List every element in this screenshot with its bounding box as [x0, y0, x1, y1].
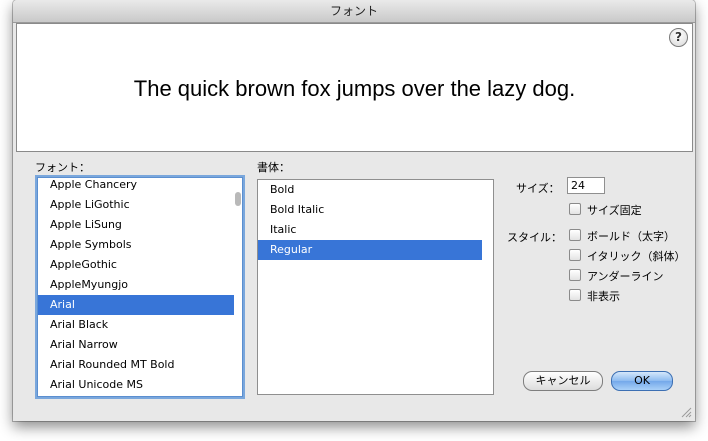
hidden-option[interactable]: 非表示: [569, 289, 620, 303]
typeface-list-item[interactable]: Bold Italic: [258, 200, 482, 220]
typeface-list-item-selected[interactable]: Regular: [258, 240, 482, 260]
typeface-list[interactable]: Bold Bold Italic Italic Regular: [257, 179, 494, 395]
font-list-item[interactable]: Arial Black: [38, 315, 234, 335]
font-dialog: フォント The quick brown fox jumps over the …: [13, 0, 695, 421]
typeface-list-item[interactable]: Bold: [258, 180, 482, 200]
size-fixed-label: サイズ固定: [587, 204, 642, 217]
underline-option[interactable]: アンダーライン: [569, 269, 664, 283]
typeface-list-item[interactable]: Italic: [258, 220, 482, 240]
font-family-list[interactable]: Apple Chancery Apple LiGothic Apple LiSu…: [37, 177, 243, 397]
window-title: フォント: [13, 0, 695, 23]
help-button[interactable]: ?: [669, 28, 688, 47]
style-label: スタイル：: [507, 231, 562, 244]
font-list-item-selected[interactable]: Arial: [38, 295, 234, 315]
italic-option[interactable]: イタリック（斜体）: [569, 249, 686, 263]
italic-checkbox[interactable]: [569, 249, 581, 261]
underline-checkbox[interactable]: [569, 269, 581, 281]
font-preview-area: The quick brown fox jumps over the lazy …: [16, 23, 693, 152]
font-list-item[interactable]: Arial Unicode MS: [38, 375, 234, 395]
resize-grip-icon[interactable]: [681, 407, 692, 418]
font-list-item[interactable]: Arial Narrow: [38, 335, 234, 355]
font-list-item[interactable]: Apple Chancery: [38, 178, 234, 195]
font-list-scrollbar[interactable]: [234, 178, 242, 396]
font-list-item[interactable]: AppleGothic: [38, 255, 234, 275]
size-fixed-checkbox[interactable]: [569, 203, 581, 215]
cancel-button[interactable]: キャンセル: [523, 371, 603, 391]
ok-button[interactable]: OK: [611, 371, 673, 391]
bold-option[interactable]: ボールド（太字）: [569, 229, 675, 243]
underline-label: アンダーライン: [587, 270, 664, 283]
scroll-thumb[interactable]: [235, 192, 241, 206]
font-list-item[interactable]: Arial Rounded MT Bold: [38, 355, 234, 375]
size-fixed-option[interactable]: サイズ固定: [569, 203, 642, 217]
typeface-items: Bold Bold Italic Italic Regular: [258, 180, 482, 260]
bold-checkbox[interactable]: [569, 229, 581, 241]
italic-label: イタリック（斜体）: [587, 250, 686, 263]
font-list-item[interactable]: Apple Symbols: [38, 235, 234, 255]
size-label: サイズ：: [516, 182, 560, 195]
hidden-checkbox[interactable]: [569, 289, 581, 301]
hidden-label: 非表示: [587, 290, 620, 303]
font-list-item[interactable]: AppleMyungjo: [38, 275, 234, 295]
font-family-items: Apple Chancery Apple LiGothic Apple LiSu…: [38, 178, 234, 395]
size-input[interactable]: 24: [567, 177, 605, 194]
preview-text: The quick brown fox jumps over the lazy …: [133, 76, 576, 101]
font-list-label: フォント：: [35, 161, 90, 174]
font-list-item[interactable]: Apple LiGothic: [38, 195, 234, 215]
style-list-label: 書体：: [257, 161, 290, 174]
bold-label: ボールド（太字）: [587, 230, 675, 243]
font-list-item[interactable]: Apple LiSung: [38, 215, 234, 235]
